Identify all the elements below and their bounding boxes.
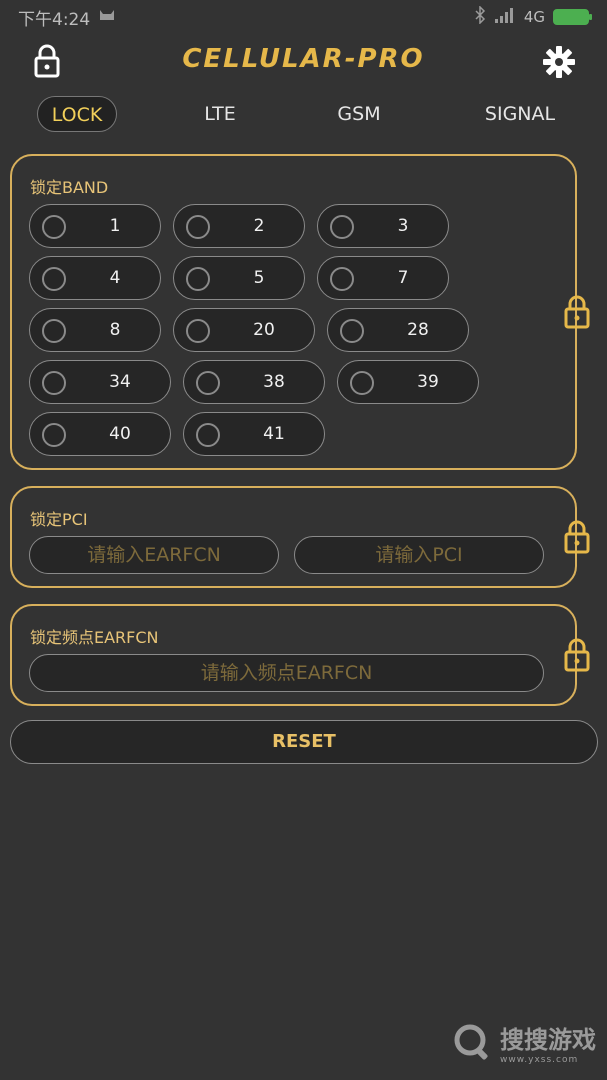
radio-button[interactable]: [350, 371, 374, 395]
earfcn-lock-panel: 锁定频点EARFCN 请输入频点EARFCN: [10, 604, 577, 706]
band-option[interactable]: 20: [173, 308, 315, 352]
status-bar: 下午4:24 4G: [0, 0, 607, 34]
band-label: 39: [417, 372, 439, 392]
band-option[interactable]: 40: [29, 412, 171, 456]
band-label: 40: [109, 424, 131, 444]
band-option[interactable]: 8: [29, 308, 161, 352]
band-label: 38: [263, 372, 285, 392]
band-label: 34: [109, 372, 131, 392]
network-type: 4G: [523, 8, 545, 26]
band-option[interactable]: 41: [183, 412, 325, 456]
radio-button[interactable]: [196, 371, 220, 395]
band-label: 8: [109, 320, 121, 340]
radio-button[interactable]: [196, 423, 220, 447]
band-option[interactable]: 3: [317, 204, 449, 248]
band-option[interactable]: 4: [29, 256, 161, 300]
notification-cat-icon: [98, 7, 116, 27]
bluetooth-icon: [474, 5, 486, 28]
watermark-subtext: www.yxss.com: [500, 1054, 579, 1065]
status-time: 下午4:24: [18, 9, 91, 30]
signal-bars-icon: [494, 7, 516, 27]
frequency-earfcn-input[interactable]: 请输入频点EARFCN: [29, 654, 544, 692]
band-panel-title: 锁定BAND: [30, 178, 109, 197]
band-label: 41: [263, 424, 285, 444]
tab-lte[interactable]: LTE: [190, 96, 250, 132]
band-label: 3: [397, 216, 409, 236]
band-label: 4: [109, 268, 121, 288]
pci-panel-title: 锁定PCI: [30, 510, 88, 529]
radio-button[interactable]: [42, 267, 66, 291]
radio-button[interactable]: [186, 215, 210, 239]
radio-button[interactable]: [186, 267, 210, 291]
status-right: 4G: [474, 5, 592, 28]
app-header: CELLULAR-PRO: [0, 36, 607, 86]
reset-button[interactable]: RESET: [10, 720, 598, 764]
band-label: 20: [253, 320, 275, 340]
band-option[interactable]: 2: [173, 204, 305, 248]
app-title: CELLULAR-PRO: [182, 44, 425, 74]
settings-button[interactable]: [541, 44, 577, 80]
gear-icon: [543, 46, 575, 78]
watermark: 搜搜游戏 www.yxss.com: [452, 1016, 602, 1068]
radio-button[interactable]: [42, 371, 66, 395]
band-option[interactable]: 28: [327, 308, 469, 352]
band-option[interactable]: 5: [173, 256, 305, 300]
tab-signal[interactable]: SIGNAL: [472, 96, 568, 132]
band-option[interactable]: 39: [337, 360, 479, 404]
band-label: 1: [109, 216, 121, 236]
padlock-icon: [564, 295, 590, 329]
band-label: 5: [253, 268, 265, 288]
watermark-text: 搜搜游戏: [500, 1025, 596, 1054]
earfcn-panel-title: 锁定频点EARFCN: [30, 628, 159, 647]
watermark-text-group: 搜搜游戏 www.yxss.com: [500, 1020, 596, 1065]
band-option[interactable]: 34: [29, 360, 171, 404]
radio-button[interactable]: [330, 267, 354, 291]
radio-button[interactable]: [340, 319, 364, 343]
tab-bar: LOCK LTE GSM SIGNAL: [0, 92, 607, 136]
band-label: 28: [407, 320, 429, 340]
radio-button[interactable]: [330, 215, 354, 239]
band-option[interactable]: 38: [183, 360, 325, 404]
band-option[interactable]: 7: [317, 256, 449, 300]
tab-gsm[interactable]: GSM: [324, 96, 394, 132]
pci-lock-button[interactable]: [562, 520, 592, 554]
earfcn-input[interactable]: 请输入EARFCN: [29, 536, 279, 574]
padlock-icon: [564, 520, 590, 554]
band-option[interactable]: 1: [29, 204, 161, 248]
battery-icon: [553, 9, 592, 25]
tab-lock[interactable]: LOCK: [37, 96, 117, 132]
band-label: 7: [397, 268, 409, 288]
padlock-icon: [564, 638, 590, 672]
magnifier-logo-icon: [454, 1024, 488, 1060]
band-label: 2: [253, 216, 265, 236]
status-left: 下午4:24: [18, 5, 116, 30]
band-lock-button[interactable]: [562, 295, 592, 329]
radio-button[interactable]: [186, 319, 210, 343]
radio-button[interactable]: [42, 215, 66, 239]
pci-lock-panel: 锁定PCI 请输入EARFCN 请输入PCI: [10, 486, 577, 588]
radio-button[interactable]: [42, 423, 66, 447]
earfcn-lock-button[interactable]: [562, 638, 592, 672]
radio-button[interactable]: [42, 319, 66, 343]
band-lock-panel: 锁定BAND 1 2 3 4 5 7 8 20 28 34 38 39 40 4…: [10, 154, 577, 470]
pci-input[interactable]: 请输入PCI: [294, 536, 544, 574]
